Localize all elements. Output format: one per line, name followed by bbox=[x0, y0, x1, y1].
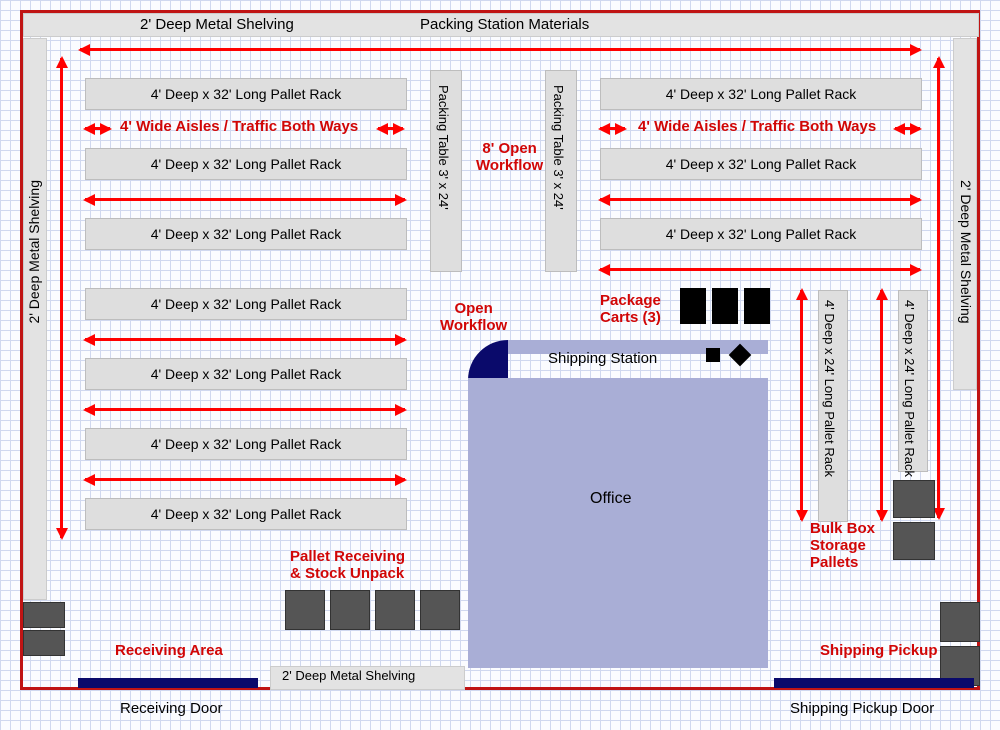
bottom-shelf-label: 2' Deep Metal Shelving bbox=[282, 668, 415, 683]
left-vert-arrow bbox=[60, 58, 63, 538]
pallet-receiving-label: Pallet Receiving & Stock Unpack bbox=[290, 548, 405, 582]
bulk-pallet-2 bbox=[893, 522, 935, 560]
rack-l4: 4' Deep x 32' Long Pallet Rack bbox=[85, 288, 407, 320]
rack-r2: 4' Deep x 32' Long Pallet Rack bbox=[600, 148, 922, 180]
floorplan-canvas: 2' Deep Metal Shelving Packing Station M… bbox=[0, 0, 1000, 730]
cart-1 bbox=[680, 288, 706, 324]
right-shelf-label: 2' Deep Metal Shelving bbox=[958, 180, 974, 324]
rack-v1-label: 4' Deep x 24' Long Pallet Rack bbox=[822, 300, 837, 477]
aisle-l-label: 4' Wide Aisles / Traffic Both Ways bbox=[120, 118, 358, 135]
right-vert-arrow bbox=[937, 58, 940, 518]
aisle-l-arrow-2 bbox=[85, 198, 405, 201]
recv-pallet-1 bbox=[285, 590, 325, 630]
rack-r3: 4' Deep x 32' Long Pallet Rack bbox=[600, 218, 922, 250]
aisle-r-arrow-ra bbox=[895, 127, 920, 130]
aisle-r-arrow-2 bbox=[600, 198, 920, 201]
package-carts-label: Package Carts (3) bbox=[600, 292, 661, 326]
cart-2 bbox=[712, 288, 738, 324]
rack-v2-label: 4' Deep x 24' Long Pallet Rack bbox=[902, 300, 917, 477]
recv-box-1 bbox=[23, 602, 65, 628]
packing-table-r-label: Packing Table 3' x 24' bbox=[551, 85, 566, 210]
open-workflow-label: Open Workflow bbox=[440, 300, 507, 334]
rack-l6: 4' Deep x 32' Long Pallet Rack bbox=[85, 428, 407, 460]
top-aisle-arrow bbox=[80, 48, 920, 51]
shipping-door bbox=[774, 678, 974, 688]
shipping-door-label: Shipping Pickup Door bbox=[790, 700, 934, 717]
recv-pallet-4 bbox=[420, 590, 460, 630]
office-label: Office bbox=[590, 490, 632, 508]
aisle-l-arrow-4 bbox=[85, 338, 405, 341]
rack-r1: 4' Deep x 32' Long Pallet Rack bbox=[600, 78, 922, 110]
aisle-l-arrow-la bbox=[85, 127, 110, 130]
rack-l2: 4' Deep x 32' Long Pallet Rack bbox=[85, 148, 407, 180]
bulk-pallet-1 bbox=[893, 480, 935, 518]
rack-l3: 4' Deep x 32' Long Pallet Rack bbox=[85, 218, 407, 250]
recv-pallet-3 bbox=[375, 590, 415, 630]
recv-box-2 bbox=[23, 630, 65, 656]
top-shelf-label: 2' Deep Metal Shelving bbox=[140, 16, 294, 33]
packing-table-l-label: Packing Table 3' x 24' bbox=[436, 85, 451, 210]
cart-3 bbox=[744, 288, 770, 324]
recv-pallet-2 bbox=[330, 590, 370, 630]
rack-l1: 4' Deep x 32' Long Pallet Rack bbox=[85, 78, 407, 110]
aisle-r-arrow-la bbox=[600, 127, 625, 130]
open-workflow-8: 8' Open Workflow bbox=[476, 140, 543, 174]
ship-pallet-1 bbox=[940, 602, 980, 642]
aisle-l-arrow-5 bbox=[85, 408, 405, 411]
shipping-pickup-label: Shipping Pickup bbox=[820, 642, 938, 659]
vert-arrow-pkg bbox=[800, 290, 803, 520]
receiving-door bbox=[78, 678, 258, 688]
printer-icon bbox=[706, 348, 720, 362]
vert-arrow-bulk bbox=[880, 290, 883, 520]
aisle-r-label: 4' Wide Aisles / Traffic Both Ways bbox=[638, 118, 876, 135]
bulk-box-label: Bulk Box Storage Pallets bbox=[810, 520, 875, 571]
left-shelf-label: 2' Deep Metal Shelving bbox=[26, 180, 42, 324]
aisle-l-arrow-6 bbox=[85, 478, 405, 481]
receiving-door-label: Receiving Door bbox=[120, 700, 223, 717]
aisle-l-arrow-ra bbox=[378, 127, 403, 130]
packing-materials-label: Packing Station Materials bbox=[420, 16, 589, 33]
office-block bbox=[468, 378, 768, 668]
shipping-station-label: Shipping Station bbox=[548, 350, 657, 367]
aisle-r-arrow-3 bbox=[600, 268, 920, 271]
receiving-area-label: Receiving Area bbox=[115, 642, 223, 659]
rack-l7: 4' Deep x 32' Long Pallet Rack bbox=[85, 498, 407, 530]
rack-l5: 4' Deep x 32' Long Pallet Rack bbox=[85, 358, 407, 390]
